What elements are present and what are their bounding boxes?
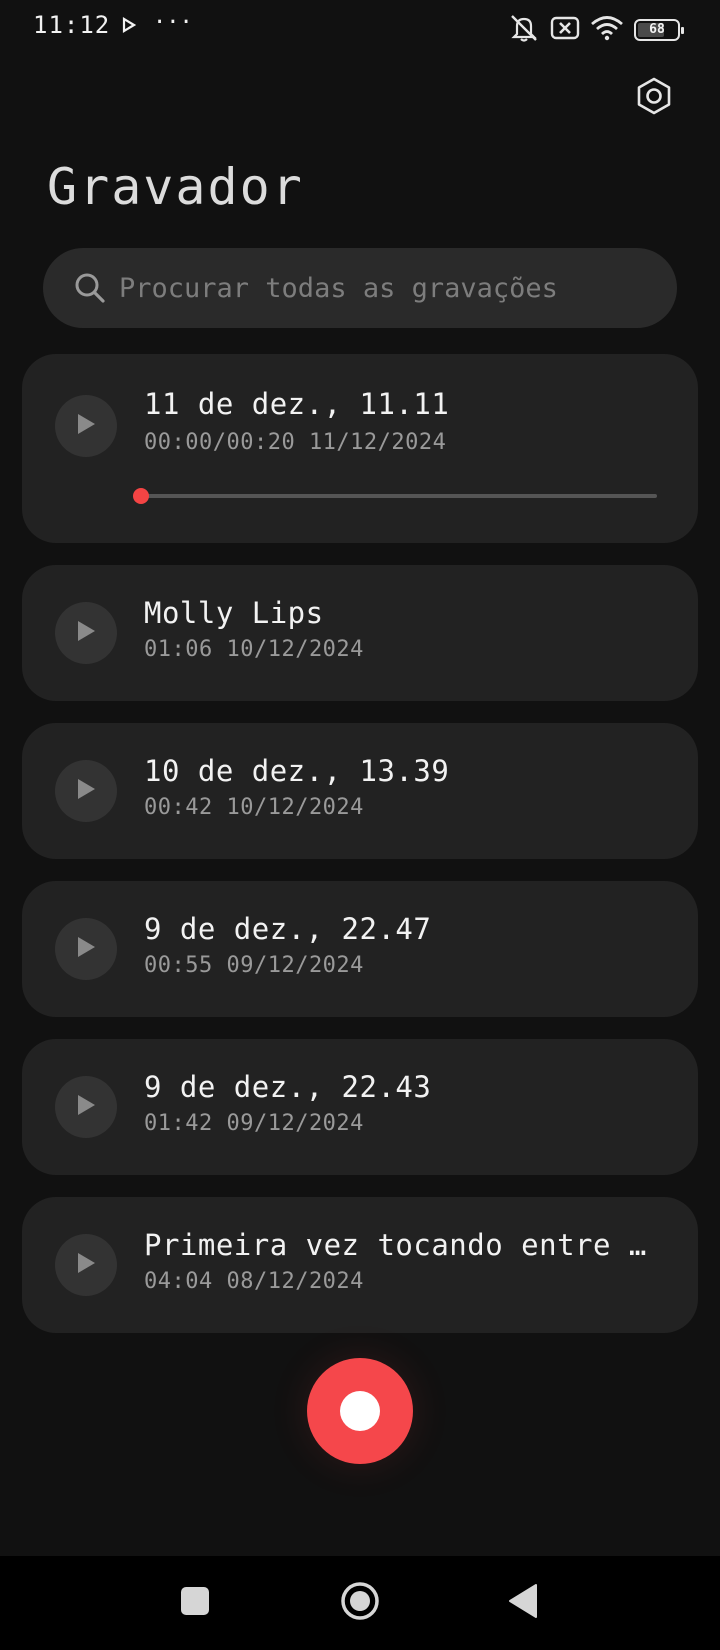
battery-level: 68 <box>649 22 665 37</box>
play-button[interactable] <box>55 602 117 664</box>
back-button[interactable] <box>498 1578 548 1628</box>
record-button[interactable] <box>307 1358 413 1464</box>
recording-title: 11 de dez., 11.11 <box>144 387 450 421</box>
play-icon <box>75 412 97 440</box>
play-icon <box>75 777 97 805</box>
recording-item[interactable]: 11 de dez., 11.11 00:00/00:20 11/12/2024 <box>22 354 698 543</box>
play-icon <box>75 1093 97 1121</box>
search-input[interactable] <box>119 272 677 304</box>
more-notifications-icon: ··· <box>153 10 193 35</box>
recording-title: 9 de dez., 22.43 <box>144 1070 432 1104</box>
back-triangle-icon <box>507 1583 539 1623</box>
search-bar[interactable] <box>43 248 677 328</box>
play-icon <box>75 935 97 963</box>
recording-item[interactable]: 10 de dez., 13.39 00:42 10/12/2024 <box>22 723 698 859</box>
playback-progress-thumb[interactable] <box>133 488 149 504</box>
search-icon <box>73 271 107 305</box>
recording-item[interactable]: Primeira vez tocando entre a... 04:04 08… <box>22 1197 698 1333</box>
record-dot-icon <box>340 1391 380 1431</box>
navigation-bar <box>0 1556 720 1650</box>
recording-title: Molly Lips <box>144 596 324 630</box>
recorder-screen: 11:12 ··· 68 Gravador Procurar todas as … <box>0 0 720 1650</box>
recent-apps-button[interactable] <box>170 1578 220 1628</box>
play-button[interactable] <box>55 1234 117 1296</box>
recording-item[interactable]: 9 de dez., 22.47 00:55 09/12/2024 <box>22 881 698 1017</box>
page-title: Gravador <box>47 158 304 216</box>
play-icon <box>75 619 97 647</box>
status-time: 11:12 <box>33 11 111 39</box>
wifi-icon <box>590 15 624 45</box>
status-bar: 11:12 ··· 68 <box>0 0 720 52</box>
play-button[interactable] <box>55 760 117 822</box>
play-icon <box>122 17 137 37</box>
play-button[interactable] <box>55 1076 117 1138</box>
recording-meta: 01:42 09/12/2024 <box>144 1111 364 1136</box>
home-circle-icon <box>339 1580 381 1626</box>
recording-meta: 00:42 10/12/2024 <box>144 795 364 820</box>
play-button[interactable] <box>55 395 117 457</box>
play-button[interactable] <box>55 918 117 980</box>
recording-meta: 00:00/00:20 11/12/2024 <box>144 430 447 455</box>
status-icons: 68 <box>508 13 684 47</box>
recording-meta: 04:04 08/12/2024 <box>144 1269 364 1294</box>
recording-item[interactable]: Molly Lips 01:06 10/12/2024 <box>22 565 698 701</box>
home-button[interactable] <box>335 1578 385 1628</box>
recording-title: 9 de dez., 22.47 <box>144 912 432 946</box>
recording-title: Primeira vez tocando entre a... <box>144 1228 664 1262</box>
play-icon <box>75 1251 97 1279</box>
playback-progress-bar[interactable] <box>133 488 657 504</box>
square-icon <box>180 1586 210 1620</box>
mute-icon <box>508 13 540 47</box>
gear-hexagon-icon <box>634 76 674 120</box>
recording-item[interactable]: 9 de dez., 22.43 01:42 09/12/2024 <box>22 1039 698 1175</box>
battery-icon: 68 <box>634 19 684 41</box>
recording-meta: 01:06 10/12/2024 <box>144 637 364 662</box>
sim-off-icon <box>550 15 580 45</box>
recording-meta: 00:55 09/12/2024 <box>144 953 364 978</box>
settings-button[interactable] <box>632 76 676 120</box>
recording-title: 10 de dez., 13.39 <box>144 754 450 788</box>
